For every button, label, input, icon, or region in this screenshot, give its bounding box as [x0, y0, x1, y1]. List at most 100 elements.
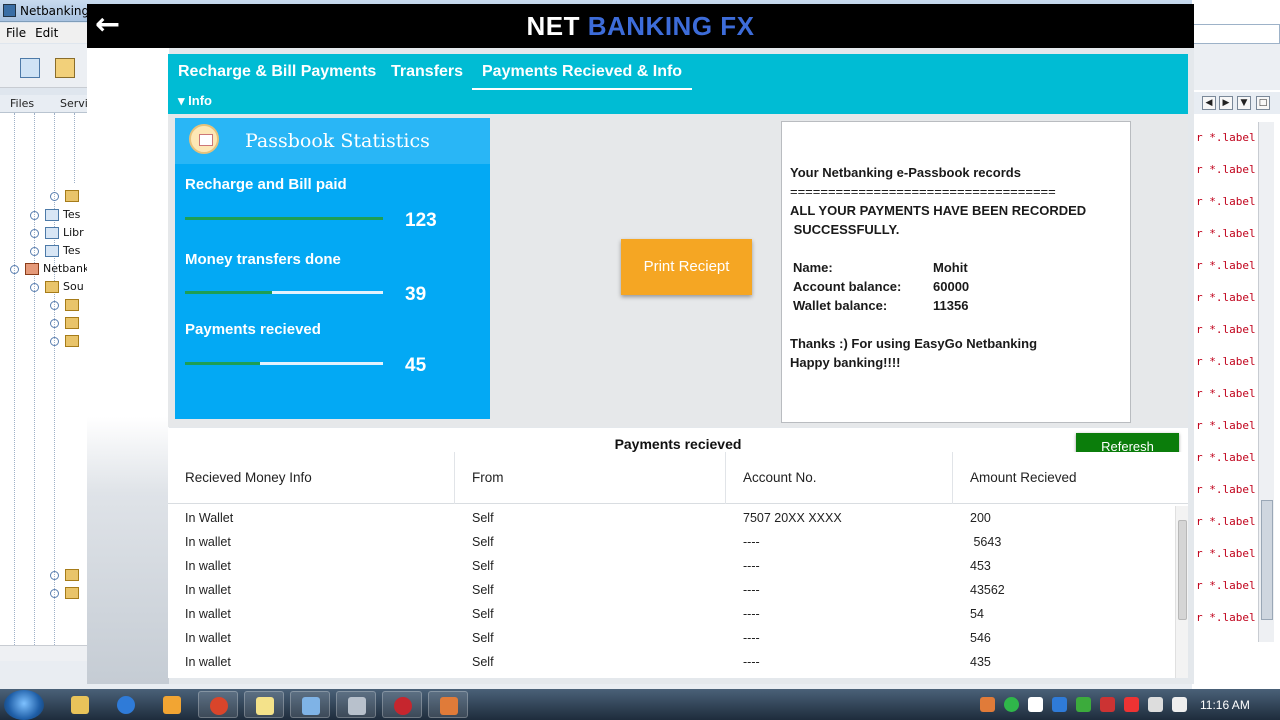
column-header-amount[interactable]: Amount Recieved — [953, 452, 1188, 504]
java-tray-icon[interactable] — [980, 697, 995, 712]
tab-files[interactable]: Files — [10, 97, 34, 110]
cell-info: In wallet — [185, 655, 231, 669]
cell-from: Self — [472, 559, 494, 573]
tree-item[interactable] — [50, 586, 83, 599]
dropdown-icon[interactable]: ▼ — [1237, 96, 1251, 110]
chrome-taskbar-button[interactable] — [198, 691, 238, 718]
table-row[interactable]: In wallet Self ---- 546 — [168, 626, 1173, 650]
table-row[interactable]: In Wallet Self 7507 20XX XXXX 200 — [168, 506, 1173, 530]
stat-progress-transfers — [185, 291, 383, 294]
media-player-taskbar-button[interactable] — [152, 691, 192, 718]
cell-info: In wallet — [185, 535, 231, 549]
new-file-icon[interactable] — [20, 58, 40, 78]
ie-taskbar-button[interactable] — [106, 691, 146, 718]
menu-edit[interactable]: Edit — [29, 23, 61, 40]
table-vertical-scrollbar[interactable] — [1175, 506, 1188, 678]
code-line: r *.label — [1196, 131, 1256, 144]
stat-value-payments: 45 — [405, 355, 427, 376]
tree-item[interactable]: Libr — [30, 226, 84, 239]
tree-item[interactable] — [50, 189, 83, 202]
cell-from: Self — [472, 583, 494, 597]
cell-amount: 5643 — [970, 535, 1002, 549]
tab-recharge-bill[interactable]: Recharge & Bill Payments — [168, 54, 386, 90]
java-taskbar-button[interactable] — [428, 691, 468, 718]
notepad-taskbar-button[interactable] — [244, 691, 284, 718]
stat-progress-payments — [185, 362, 383, 365]
info-collapse-toggle[interactable]: ▾ Info — [178, 93, 212, 109]
tree-horizontal-scrollbar[interactable] — [0, 645, 90, 661]
netbeans-taskbar-button[interactable] — [290, 691, 330, 718]
menu-file[interactable]: File — [0, 23, 29, 40]
stats-header: Passbook Statistics — [175, 118, 490, 164]
cell-amount: 546 — [970, 631, 991, 645]
receipt-name-label: Name: — [793, 260, 833, 275]
table-row[interactable]: In wallet Self ---- 54 — [168, 602, 1173, 626]
passbook-receipt: Your Netbanking e-Passbook records =====… — [781, 121, 1131, 423]
code-line: r *.label — [1196, 419, 1256, 432]
ide-search-input[interactable] — [1192, 24, 1280, 44]
stat-value-transfers: 39 — [405, 284, 427, 305]
editor-toolbar — [1192, 44, 1280, 90]
sync-tray-icon[interactable] — [1004, 697, 1019, 712]
brand-part-net: NET — [526, 11, 580, 41]
recorder-taskbar-button[interactable] — [382, 691, 422, 718]
volume-icon[interactable] — [1172, 697, 1187, 712]
main-tab-bar: Recharge & Bill Payments Transfers Payme… — [168, 54, 1188, 90]
stat-progress-recharge — [185, 217, 383, 220]
tree-item[interactable]: Tes — [30, 208, 80, 221]
code-line: r *.label — [1196, 323, 1256, 336]
table-row[interactable]: In wallet Self ---- 435 — [168, 650, 1173, 674]
table-row[interactable]: In wallet Self ---- 43562 — [168, 578, 1173, 602]
receipt-name-value: Mohit — [933, 260, 968, 275]
tree-item-project[interactable]: Netbank — [10, 262, 89, 275]
tree-item[interactable] — [50, 568, 83, 581]
security-tray-icon[interactable] — [1076, 697, 1091, 712]
cell-info: In wallet — [185, 631, 231, 645]
receipt-thanks: Thanks :) For using EasyGo Netbanking — [790, 336, 1038, 351]
tree-item[interactable] — [50, 298, 83, 311]
tree-item[interactable]: Sou — [30, 280, 84, 293]
system-clock[interactable]: 11:16 AM — [1200, 698, 1250, 712]
database-taskbar-button[interactable] — [336, 691, 376, 718]
tab-payments-received[interactable]: Payments Recieved & Info — [472, 54, 693, 90]
cell-account: ---- — [743, 631, 760, 645]
tree-item[interactable] — [50, 316, 83, 329]
receipt-separator: =================================== — [790, 184, 1056, 199]
flag-tray-icon[interactable] — [1124, 697, 1139, 712]
tab-transfers[interactable]: Transfers — [381, 54, 473, 90]
new-project-icon[interactable] — [55, 58, 75, 78]
cell-info: In Wallet — [185, 511, 234, 525]
column-header-from[interactable]: From — [455, 452, 726, 504]
explorer-taskbar-button[interactable] — [60, 691, 100, 718]
app-tray-icon[interactable] — [1028, 697, 1043, 712]
stat-label-transfers: Money transfers done — [185, 251, 341, 268]
column-header-info[interactable]: Recieved Money Info — [168, 452, 455, 504]
editor-vertical-scrollbar[interactable] — [1258, 122, 1274, 642]
cell-account: ---- — [743, 655, 760, 669]
code-line: r *.label — [1196, 579, 1256, 592]
cell-from: Self — [472, 655, 494, 669]
ide-window-title: NetbankingF — [20, 4, 97, 18]
print-receipt-button[interactable]: Print Reciept — [621, 239, 752, 295]
receipt-wallet-balance-label: Wallet balance: — [793, 298, 888, 313]
cell-from: Self — [472, 511, 494, 525]
scroll-right-icon[interactable]: ▶ — [1219, 96, 1233, 110]
code-line: r *.label — [1196, 611, 1256, 624]
cell-info: In wallet — [185, 607, 231, 621]
monitor-tray-icon[interactable] — [1148, 697, 1163, 712]
tab-services[interactable]: Servi — [60, 97, 88, 110]
column-header-account[interactable]: Account No. — [726, 452, 953, 504]
tree-item[interactable]: Tes — [30, 244, 80, 257]
scroll-left-icon[interactable]: ◀ — [1202, 96, 1216, 110]
start-button[interactable] — [4, 690, 44, 720]
receipt-heading: Your Netbanking e-Passbook records — [790, 165, 1021, 180]
maximize-icon[interactable]: □ — [1256, 96, 1270, 110]
table-row[interactable]: In wallet Self ---- 5643 — [168, 530, 1173, 554]
payments-received-section: Payments recieved Referesh Recieved Mone… — [168, 428, 1188, 678]
info-bar: ▾ Info — [168, 90, 1188, 114]
table-row[interactable]: In wallet Self ---- 453 — [168, 554, 1173, 578]
tree-item[interactable] — [50, 334, 83, 347]
cell-from: Self — [472, 631, 494, 645]
network-tray-icon[interactable] — [1052, 697, 1067, 712]
notification-tray-icon[interactable] — [1100, 697, 1115, 712]
